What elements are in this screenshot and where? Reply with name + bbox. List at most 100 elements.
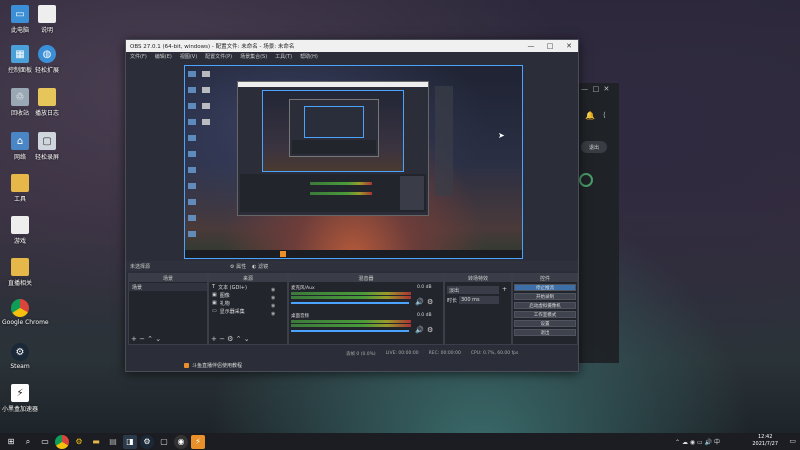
nested-desktop-icons-2 <box>202 71 210 131</box>
search-icon[interactable]: ⌕ <box>21 435 35 449</box>
scenes-header: 场景 <box>129 274 207 282</box>
mixer-track-db: 0.0 dB <box>417 313 432 318</box>
recycle-bin-icon: ♲ <box>11 88 29 106</box>
menu-help[interactable]: 帮助(H) <box>300 53 318 60</box>
steam-icon[interactable]: ⚙ <box>140 434 154 449</box>
filters-label: 滤镜 <box>258 263 269 270</box>
desktop-icon-steam[interactable]: ⚙ Steam <box>2 343 38 370</box>
desktop-icon-extension[interactable]: ◍ 轻松扩展 <box>29 45 65 74</box>
network-icon: ⌂ <box>11 132 29 150</box>
visibility-eye-icons[interactable]: ◉ ◉ ◉ ◉ <box>271 286 275 318</box>
audio-meter <box>291 296 411 299</box>
menu-edit[interactable]: 编辑(E) <box>155 53 172 60</box>
exit-button[interactable]: 退出 <box>581 141 607 153</box>
menu-tools[interactable]: 工具(T) <box>275 53 292 60</box>
desktop-icon-live[interactable]: 直播相关 <box>2 258 38 287</box>
menu-view[interactable]: 视图(V) <box>180 53 197 60</box>
start-icon[interactable]: ⊞ <box>4 435 18 449</box>
desktop-icon-readme[interactable]: 说明 <box>29 5 65 34</box>
speaker-icon[interactable]: 🔊 <box>415 298 424 306</box>
nested-nested-docks <box>292 140 376 154</box>
monitor-icon[interactable]: ▢ <box>157 435 171 449</box>
start-recording-button[interactable]: 开始录制 <box>514 293 576 300</box>
desktop-icon-chrome[interactable]: Google Chrome <box>2 299 49 326</box>
duration-label: 时长 <box>447 298 458 304</box>
source-item-label: 礼物 <box>219 300 230 307</box>
share-icon[interactable]: ⟨ <box>603 111 606 119</box>
mixer-track-name: 桌面音频 <box>291 314 309 319</box>
text-icon: T <box>212 284 216 290</box>
date-label: 2021/7/27 <box>752 441 778 447</box>
add-transition-button[interactable]: + <box>502 286 507 293</box>
background-window: — □ ✕ 🔔 ⟨ 退出 <box>577 83 619 363</box>
settings-icon[interactable]: ⚙ <box>72 435 86 449</box>
image-icon: ▣ <box>212 292 217 298</box>
properties-label: 属性 <box>236 263 247 270</box>
steam-icon: ⚙ <box>11 343 29 361</box>
chrome-icon[interactable] <box>55 434 69 449</box>
notice-bar[interactable]: 斗鱼直播伴侣使用教程 <box>184 362 242 369</box>
source-item-label: 显示器采集 <box>219 308 245 315</box>
scene-add-remove-buttons[interactable]: + − ⌃ ⌄ <box>131 335 161 343</box>
menu-file[interactable]: 文件(F) <box>130 53 147 60</box>
source-item-label: 图像 <box>219 292 230 299</box>
tray-icons[interactable]: ⌃ ☁ ◉ ▭ 🔊 中 <box>675 437 720 446</box>
scenes-dock: 场景 场景 + − ⌃ ⌄ <box>128 273 208 345</box>
dropped-frames: 丢帧 0 (0.0%) <box>346 351 376 357</box>
mouse-cursor: ➤ <box>498 131 505 140</box>
store-app-icon[interactable]: ◨ <box>123 434 137 449</box>
duration-input[interactable]: 300 ms <box>459 296 499 304</box>
douyu-icon <box>184 363 189 368</box>
notification-icon[interactable]: ▭ <box>789 437 796 445</box>
sources-header: 来源 <box>209 274 287 282</box>
sources-dock: 来源 T 文本 (GDI+) ▣ 图像 ▣ 礼物 ▭ 显示器采集 ◉ ◉ ◉ ◉ + − ⚙ … <box>208 273 288 345</box>
document-icon <box>38 5 56 23</box>
volume-slider[interactable] <box>291 302 409 304</box>
desktop-icon-playlog[interactable]: 播放日志 <box>29 88 65 117</box>
nested-meter-1 <box>310 182 372 185</box>
desktop-icon-games[interactable]: 游戏 <box>2 216 38 245</box>
nested-side-panel <box>435 86 453 196</box>
douyu-icon[interactable]: ⚡ <box>191 434 205 449</box>
task-view-icon[interactable]: ▭ <box>38 435 52 449</box>
close-button[interactable]: ✕ <box>560 40 578 52</box>
menu-profile[interactable]: 配置文件(P) <box>205 53 232 60</box>
store-icon[interactable]: ▤ <box>106 435 120 449</box>
transition-select[interactable]: 淡出 <box>447 286 499 294</box>
scene-item[interactable]: 场景 <box>129 283 207 291</box>
menu-bar: 文件(F) 编辑(E) 视图(V) 配置文件(P) 场景集合(S) 工具(T) … <box>126 52 578 61</box>
monitor-icon: ▭ <box>212 308 217 314</box>
clock[interactable]: 12:42 2021/7/27 <box>752 434 778 448</box>
exit-obs-button[interactable]: 退出 <box>514 329 576 336</box>
volume-slider[interactable] <box>291 330 409 332</box>
desktop-icon-accelerator[interactable]: ⚡ 小黑盒加速器 <box>2 384 38 413</box>
filters-button[interactable]: ◐ 滤镜 <box>252 263 268 270</box>
taskbar: ⊞ ⌕ ▭ ⚙ ▬ ▤ ◨ ⚙ ▢ ◉ ⚡ ⌃ ☁ ◉ ▭ 🔊 中 12:42 … <box>0 433 800 450</box>
time-label: 12:42 <box>757 434 773 440</box>
stop-streaming-button[interactable]: 停止推流 <box>514 284 576 291</box>
menu-scene-collection[interactable]: 场景集合(S) <box>240 53 267 60</box>
status-ring <box>579 173 593 187</box>
document-icon <box>38 88 56 106</box>
settings-button[interactable]: 设置 <box>514 320 576 327</box>
desktop-icon-recorder[interactable]: ▢ 轻松录屏 <box>29 132 65 161</box>
source-toolbar: 未选择源 ⚙ 属性 ◐ 滤镜 <box>126 261 578 271</box>
properties-button[interactable]: ⚙ 属性 <box>230 263 246 270</box>
explorer-icon[interactable]: ▬ <box>89 435 103 449</box>
mixer-dock: 混音器 麦克风/Aux 0.0 dB 🔊 ⚙ 桌面音频 0.0 dB 🔊 ⚙ <box>288 273 444 345</box>
source-add-remove-buttons[interactable]: + − ⚙ ⌃ ⌄ <box>211 335 250 343</box>
desktop-icon-tools[interactable]: 工具 <box>2 174 38 203</box>
folder-icon <box>11 258 29 276</box>
bell-icon[interactable]: 🔔 <box>585 111 595 120</box>
speaker-icon[interactable]: 🔊 <box>415 326 424 334</box>
studio-mode-button[interactable]: 工作室模式 <box>514 311 576 318</box>
maximize-button[interactable]: □ <box>541 40 559 52</box>
gear-icon[interactable]: ⚙ <box>427 326 433 334</box>
obs-icon[interactable]: ◉ <box>174 434 188 449</box>
mixer-track-db: 0.0 dB <box>417 285 432 290</box>
preview-canvas[interactable]: ➤ <box>184 65 523 259</box>
nested-nested-obs <box>289 99 379 157</box>
virtual-camera-button[interactable]: 启动虚拟摄像机 <box>514 302 576 309</box>
minimize-button[interactable]: — <box>522 40 540 52</box>
gear-icon[interactable]: ⚙ <box>427 298 433 306</box>
